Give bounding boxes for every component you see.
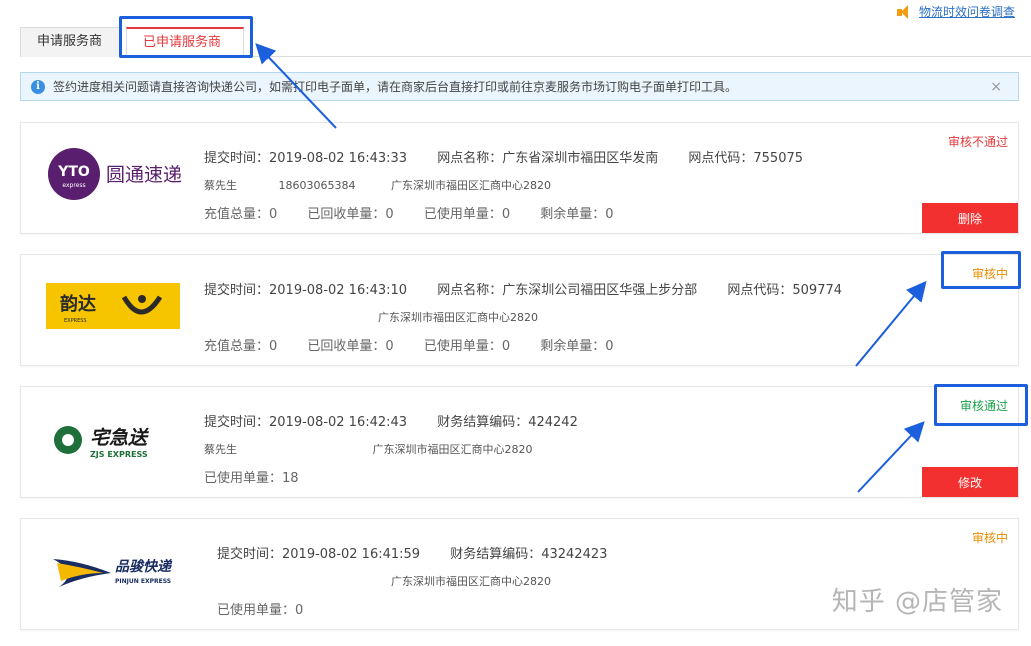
- info-icon: i: [31, 79, 45, 94]
- branch-name: 网点名称：广东省深圳市福田区华发南: [437, 151, 659, 166]
- svg-text:EXPRESS: EXPRESS: [64, 318, 87, 324]
- contact-address: 广东深圳市福田区汇商中心2820: [391, 575, 551, 588]
- watermark: 知乎 @店管家: [831, 587, 1003, 617]
- svg-text:宅急送: 宅急送: [90, 427, 149, 449]
- card-contact-line: 蔡先生 广东深圳市福田区汇商中心2820: [204, 441, 533, 457]
- provider-card-yto: YTO express 圆通速递 提交时间：2019-08-02 16:43:3…: [20, 122, 1019, 234]
- svg-text:YTO: YTO: [57, 164, 90, 180]
- branch-name: 网点名称：广东深圳公司福田区华强上步分部: [437, 283, 698, 298]
- contact-name: 蔡先生: [204, 443, 237, 456]
- provider-card-yunda: 韵达 EXPRESS 提交时间：2019-08-02 16:43:10 网点名称…: [20, 254, 1019, 366]
- tab-applied-providers[interactable]: 已申请服务商: [126, 27, 244, 58]
- contact-address: 广东深圳市福田区汇商中心2820: [378, 311, 538, 324]
- speaker-icon: [896, 4, 913, 19]
- card-stats-line: 已使用单量：0: [217, 599, 329, 618]
- branch-code: 网点代码：509774: [727, 283, 843, 298]
- card-contact-line: 蔡先生 18603065384 广东深圳市福田区汇商中心2820: [204, 177, 551, 193]
- card-stats-line: 充值总量：0 已回收单量：0 已使用单量：0 剩余单量：0: [204, 203, 640, 222]
- survey-link[interactable]: 物流时效问卷调查: [919, 3, 1015, 20]
- contact-name: 蔡先生: [204, 179, 237, 192]
- card-contact-line: 广东深圳市福田区汇商中心2820: [378, 309, 538, 325]
- stat-total: 充值总量：0: [204, 207, 278, 222]
- card-info-line: 提交时间：2019-08-02 16:42:43 财务结算编码：424242: [204, 411, 604, 430]
- card-info-line: 提交时间：2019-08-02 16:43:10 网点名称：广东深圳公司福田区华…: [204, 279, 868, 298]
- svg-text:PINJUN EXPRESS: PINJUN EXPRESS: [115, 578, 171, 585]
- submit-time: 提交时间：2019-08-02 16:43:33: [204, 151, 408, 166]
- zjs-logo: 宅急送 ZJS EXPRESS: [46, 409, 182, 467]
- tab-bar: 申请服务商 已申请服务商: [20, 27, 1031, 58]
- stat-used: 已使用单量：0: [423, 207, 511, 222]
- submit-time: 提交时间：2019-08-02 16:43:10: [204, 283, 408, 298]
- svg-text:express: express: [62, 182, 85, 189]
- yunda-logo: 韵达 EXPRESS: [46, 277, 182, 335]
- card-info-line: 提交时间：2019-08-02 16:43:33 网点名称：广东省深圳市福田区华…: [204, 147, 829, 166]
- stat-recycled: 已回收单量：0: [307, 207, 394, 222]
- stat-remaining: 剩余单量：0: [540, 207, 614, 222]
- provider-card-zjs: 宅急送 ZJS EXPRESS 提交时间：2019-08-02 16:42:43…: [20, 386, 1019, 498]
- status-badge: 审核中: [971, 267, 1008, 281]
- status-badge: 审核通过: [959, 399, 1008, 413]
- status-badge: 审核不通过: [947, 135, 1008, 149]
- svg-text:韵达: 韵达: [60, 293, 96, 315]
- submit-time: 提交时间：2019-08-02 16:41:59: [217, 547, 421, 562]
- card-contact-line: 广东深圳市福田区汇商中心2820: [391, 573, 551, 589]
- close-icon[interactable]: ×: [990, 79, 1002, 95]
- submit-time: 提交时间：2019-08-02 16:42:43: [204, 415, 408, 430]
- edit-button[interactable]: 修改: [922, 467, 1018, 497]
- branch-code: 网点代码：755075: [688, 151, 804, 166]
- svg-text:品骏快递: 品骏快递: [115, 558, 173, 575]
- pinjun-logo: 品骏快递 PINJUN EXPRESS: [51, 541, 187, 599]
- contact-phone: 18603065384: [278, 179, 356, 192]
- survey-link-group[interactable]: 物流时效问卷调查: [896, 3, 1015, 20]
- finance-code: 财务结算编码：424242: [437, 415, 578, 430]
- stat-used: 已使用单量：0: [217, 603, 304, 618]
- card-stats-line: 充值总量：0 已回收单量：0 已使用单量：0 剩余单量：0: [204, 335, 640, 354]
- stat-total: 充值总量：0: [204, 339, 278, 354]
- stat-used: 已使用单量：18: [204, 471, 299, 486]
- stat-recycled: 已回收单量：0: [307, 339, 394, 354]
- contact-address: 广东深圳市福田区汇商中心2820: [390, 179, 551, 192]
- delete-button[interactable]: 删除: [922, 203, 1018, 233]
- yto-logo: YTO express 圆通速递: [46, 145, 182, 203]
- finance-code: 财务结算编码：43242423: [450, 547, 608, 562]
- stat-used: 已使用单量：0: [423, 339, 511, 354]
- notice-banner: i 签约进度相关问题请直接咨询快递公司，如需打印电子面单，请在商家后台直接打印或…: [20, 72, 1019, 101]
- tab-apply-provider[interactable]: 申请服务商: [20, 27, 120, 57]
- svg-text:ZJS EXPRESS: ZJS EXPRESS: [90, 450, 148, 459]
- stat-remaining: 剩余单量：0: [540, 339, 614, 354]
- card-info-line: 提交时间：2019-08-02 16:41:59 财务结算编码：43242423: [217, 543, 633, 562]
- contact-address: 广东深圳市福田区汇商中心2820: [372, 443, 533, 456]
- status-badge: 审核中: [971, 531, 1008, 545]
- card-stats-line: 已使用单量：18: [204, 467, 325, 486]
- notice-text: 签约进度相关问题请直接咨询快递公司，如需打印电子面单，请在商家后台直接打印或前往…: [53, 80, 738, 94]
- svg-text:圆通速递: 圆通速递: [106, 164, 182, 186]
